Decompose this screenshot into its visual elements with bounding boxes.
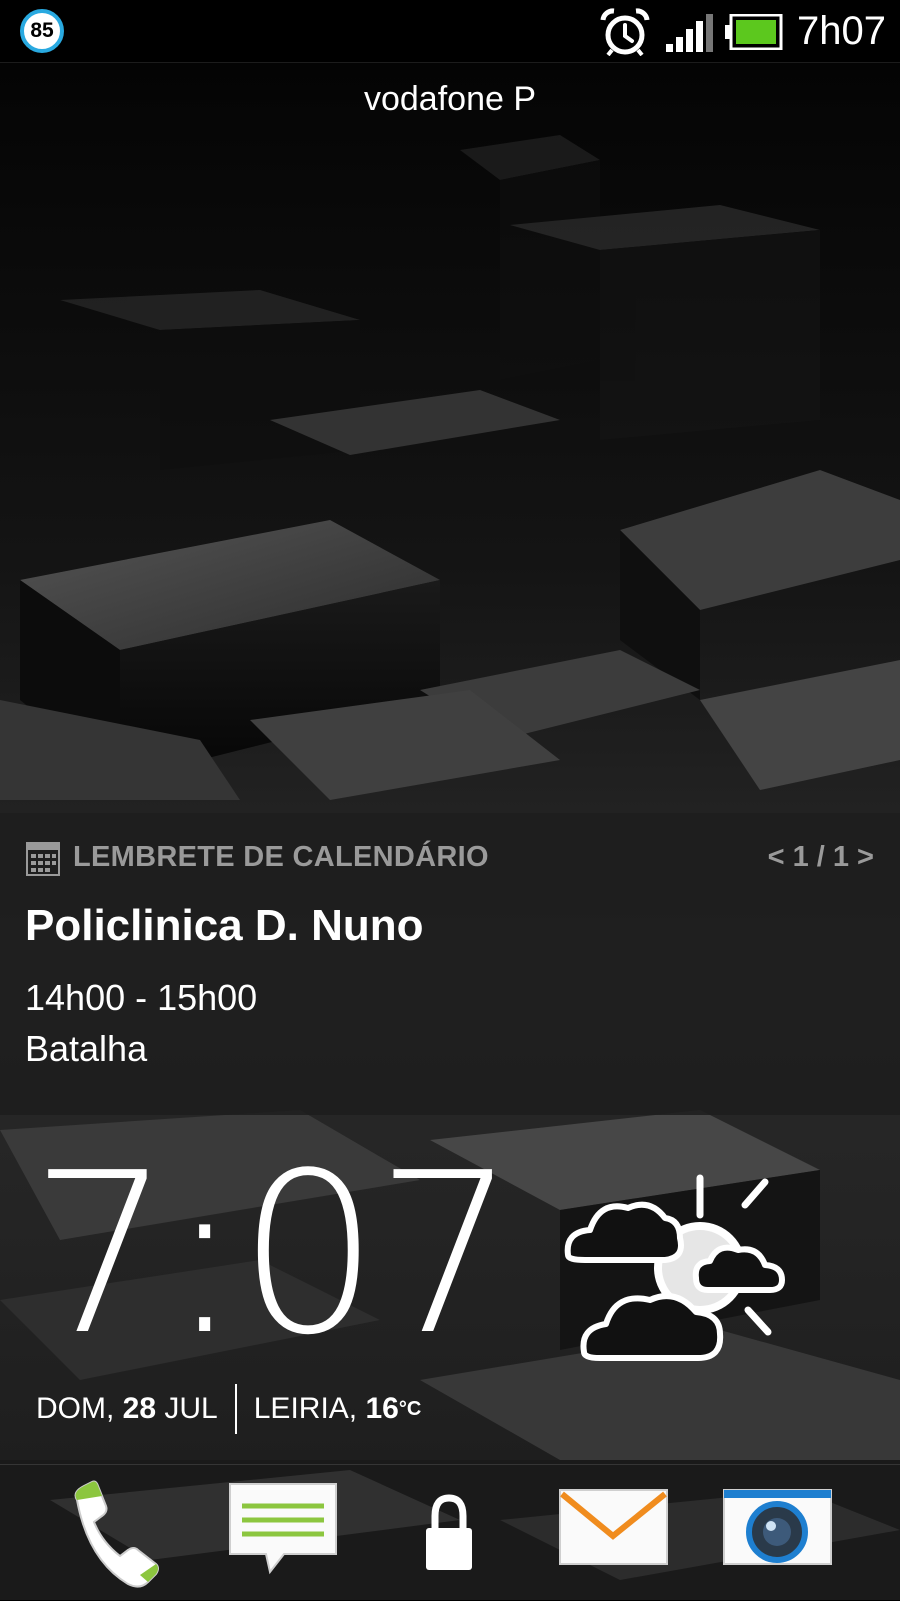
calendar-reminder-card[interactable]: LEMBRETE DE CALENDÁRIO < 1 / 1 > Policli… — [0, 813, 900, 1115]
battery-icon — [725, 14, 783, 50]
messages-icon[interactable] — [226, 1480, 341, 1590]
reminder-header: LEMBRETE DE CALENDÁRIO — [73, 841, 489, 873]
mail-icon[interactable] — [556, 1480, 671, 1590]
calendar-icon — [26, 842, 60, 876]
signal-icon — [666, 14, 713, 52]
event-title: Policlinica D. Nuno — [25, 901, 424, 950]
app-dock — [0, 1464, 900, 1601]
partly-cloudy-icon[interactable] — [560, 1170, 805, 1385]
weekday-label: DOM, — [36, 1392, 115, 1425]
date-weather-line: DOM, 28 JUL LEIRIA, 16 °C — [36, 1384, 421, 1434]
notification-badge: 85 — [20, 9, 64, 53]
divider — [234, 1384, 237, 1434]
carrier-label: vodafone P — [363, 80, 537, 118]
temperature-unit: °C — [398, 1397, 422, 1420]
reminder-pager[interactable]: < 1 / 1 > — [768, 841, 874, 874]
lock-icon[interactable] — [392, 1480, 507, 1590]
event-location: Batalha — [25, 1028, 148, 1069]
day-label: 28 — [122, 1392, 157, 1425]
city-label: LEIRIA, — [253, 1392, 358, 1425]
temperature-value: 16 — [365, 1392, 399, 1425]
status-bar: 85 7h07 — [0, 0, 900, 63]
lockscreen-clock: 7:07 — [30, 1126, 517, 1384]
alarm-icon — [600, 8, 650, 56]
month-label: JUL — [164, 1392, 218, 1425]
event-time: 14h00 - 15h00 — [25, 977, 258, 1018]
phone-icon[interactable] — [62, 1480, 177, 1590]
status-time: 7h07 — [797, 9, 886, 53]
camera-icon[interactable] — [720, 1480, 835, 1590]
